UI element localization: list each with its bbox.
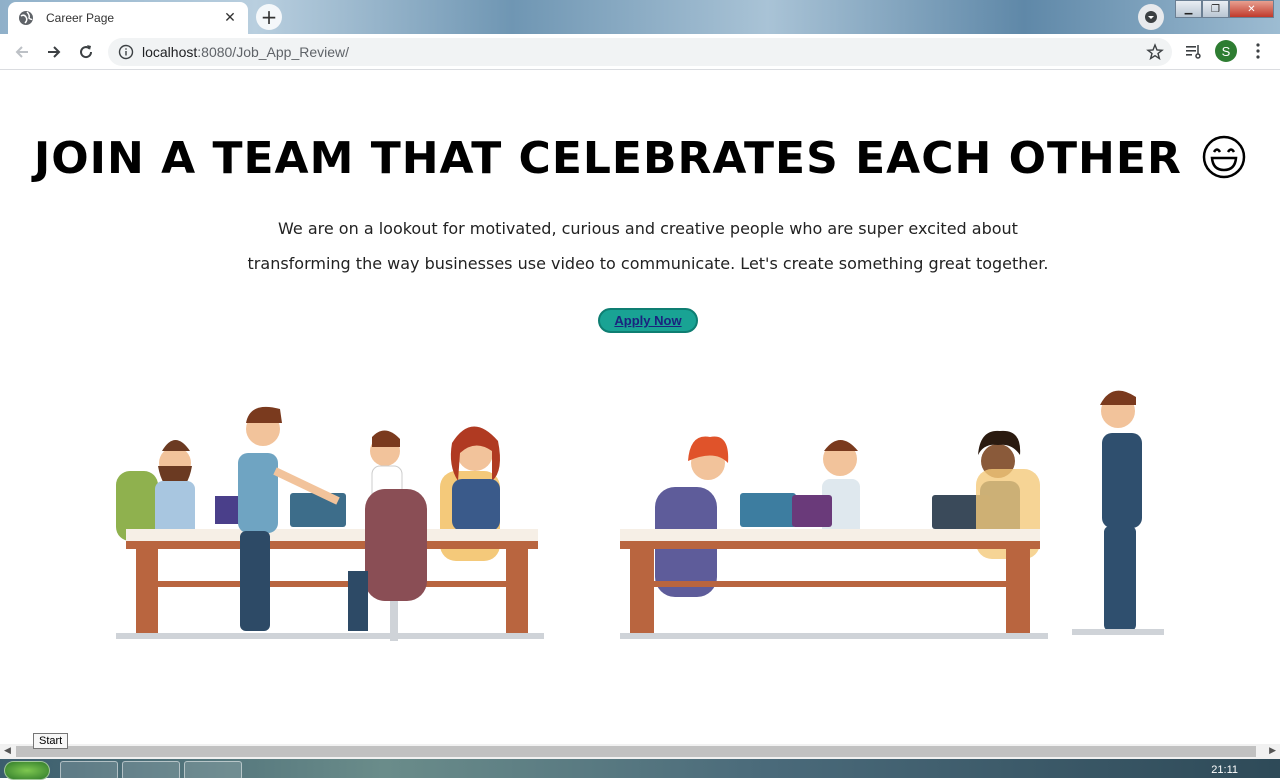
right-desk-group [620, 390, 1164, 639]
menu-icon[interactable] [1248, 40, 1268, 62]
intro-line-1: We are on a lookout for motivated, curio… [278, 219, 1018, 238]
avatar: S [1215, 40, 1237, 62]
browser-tab-strip: Career Page ✕ + ▁ ❐ ✕ [0, 0, 1280, 34]
intro-line-2: transforming the way businesses use vide… [247, 254, 1049, 273]
scroll-right-icon[interactable]: ▶ [1269, 746, 1276, 756]
reading-list-icon[interactable] [1182, 40, 1204, 62]
address-bar[interactable]: localhost:8080/Job_App_Review/ [108, 38, 1172, 66]
start-tooltip: Start [33, 733, 69, 749]
grinning-face-icon [1202, 135, 1246, 190]
new-tab-button[interactable]: + [256, 4, 282, 30]
forward-icon[interactable] [42, 40, 66, 64]
url-path: :8080/Job_App_Review/ [197, 44, 350, 60]
intro-paragraph: We are on a lookout for motivated, curio… [220, 211, 1076, 281]
window-controls: ▁ ❐ ✕ [1175, 0, 1274, 18]
chrome-taskbar-icon[interactable] [60, 761, 118, 780]
tab-close-icon[interactable]: ✕ [222, 10, 238, 26]
horizontal-scrollbar[interactable]: ◀ ▶ [0, 744, 1280, 759]
window-close-button[interactable]: ✕ [1229, 0, 1274, 18]
scroll-left-icon[interactable]: ◀ [4, 746, 11, 756]
team-office-illustration [100, 371, 1180, 675]
url-host: localhost [142, 44, 198, 60]
minimize-button[interactable]: ▁ [1175, 0, 1202, 18]
scrollbar-thumb[interactable] [16, 746, 1256, 757]
reload-icon[interactable] [74, 40, 98, 64]
tab-search-icon[interactable] [1138, 4, 1164, 30]
taskbar-clock: 21:11 [1211, 764, 1238, 776]
info-icon[interactable] [118, 44, 134, 60]
maximize-button[interactable]: ❐ [1202, 0, 1229, 18]
profile-avatar-button[interactable]: S [1215, 40, 1237, 62]
os-taskbar: 21:11 [0, 759, 1280, 780]
apply-now-button[interactable]: Apply Now [598, 308, 698, 333]
star-icon[interactable] [1146, 43, 1164, 61]
tab-title: Career Page [46, 11, 115, 25]
back-icon[interactable] [10, 40, 34, 64]
eclipse-taskbar-icon[interactable] [122, 761, 180, 780]
headline-text: JOIN A TEAM THAT CELEBRATES EACH OTHER [33, 133, 1182, 184]
mysql-taskbar-icon[interactable] [184, 761, 242, 780]
start-button[interactable] [4, 761, 50, 780]
page-headline: JOIN A TEAM THAT CELEBRATES EACH OTHER [0, 133, 1280, 190]
page-content: JOIN A TEAM THAT CELEBRATES EACH OTHER W… [0, 71, 1280, 744]
browser-toolbar: localhost:8080/Job_App_Review/ S [0, 34, 1280, 70]
browser-tab[interactable]: Career Page ✕ [8, 2, 248, 34]
left-desk-group [116, 406, 544, 641]
url-text: localhost:8080/Job_App_Review/ [142, 44, 349, 60]
globe-icon [18, 10, 34, 26]
